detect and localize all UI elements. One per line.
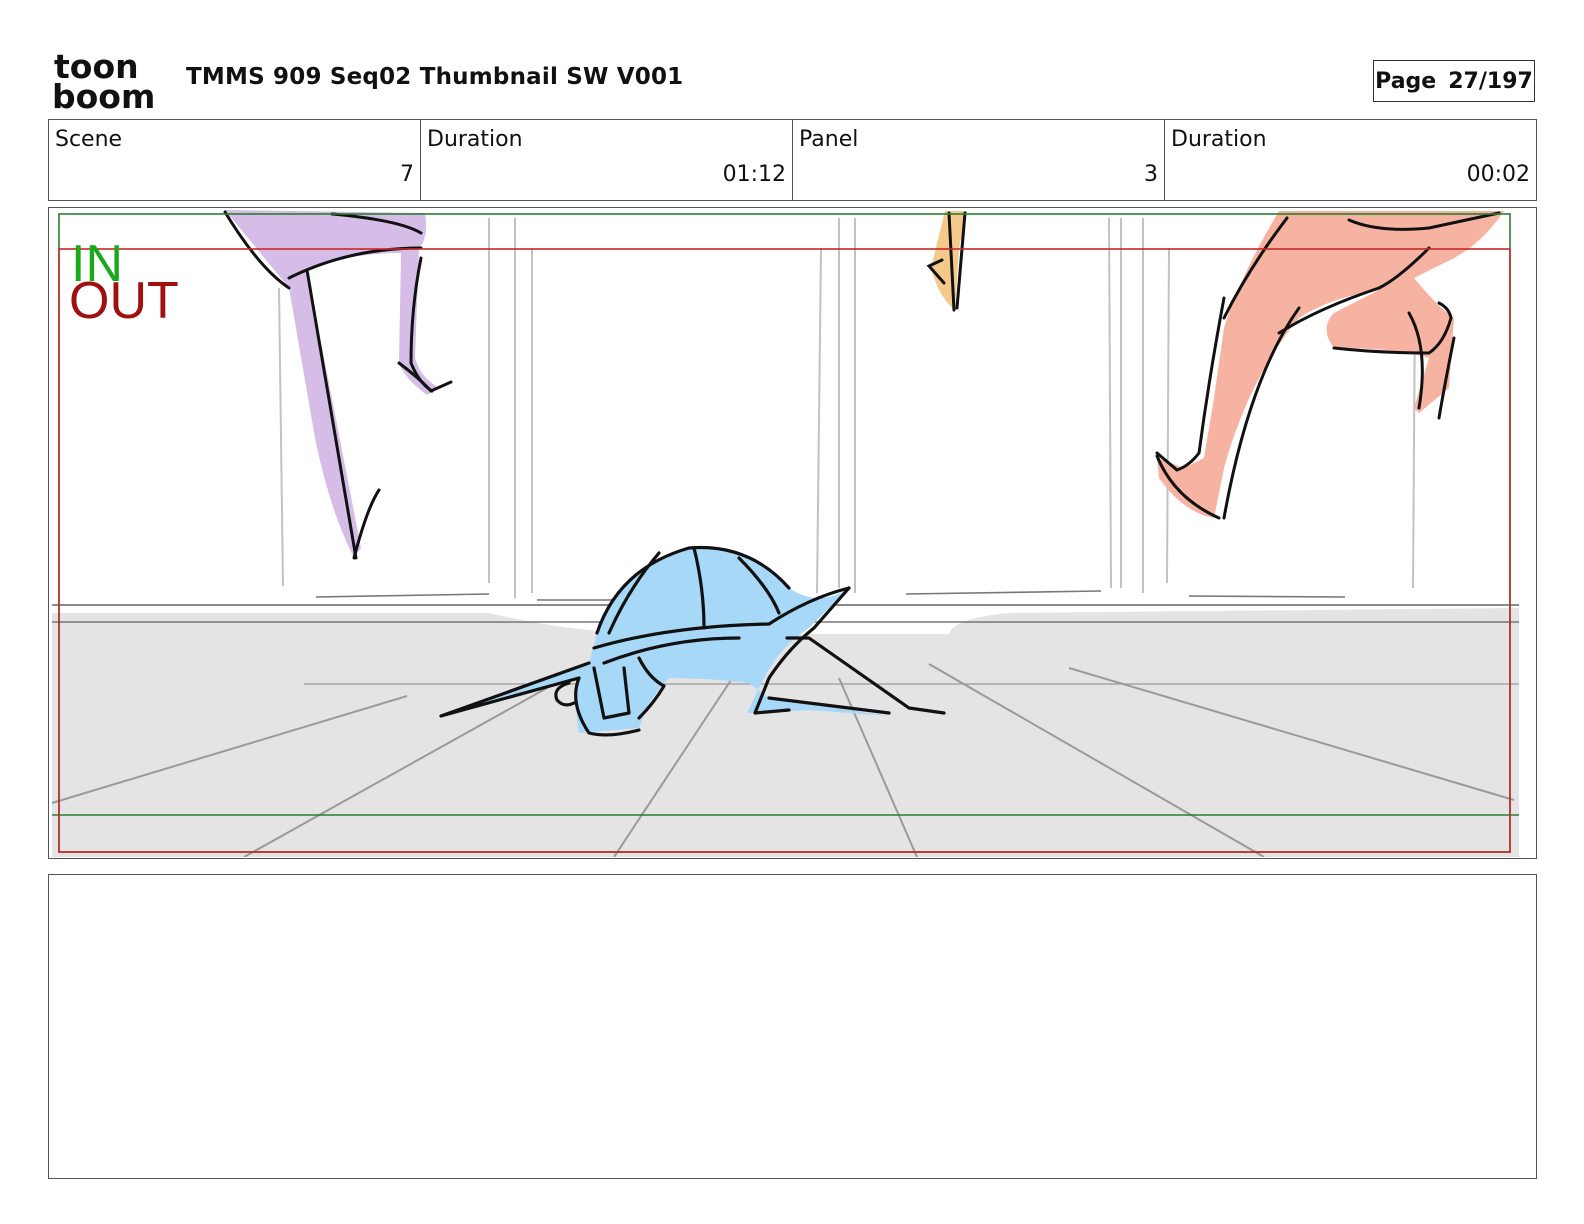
scene-duration-value: 01:12 — [722, 162, 786, 187]
panel-label: Panel — [799, 127, 859, 152]
panel-sketch: IN OUT — [51, 210, 1519, 857]
toon-boom-logo: toon boom — [52, 50, 155, 112]
storyboard-panel: IN OUT — [48, 207, 1537, 859]
out-label: OUT — [69, 272, 179, 330]
purple-character-sketch — [223, 210, 453, 560]
panel-duration-value: 00:02 — [1466, 162, 1530, 187]
page-indicator: Page 27/197 — [1373, 60, 1535, 102]
scene-label: Scene — [55, 127, 123, 152]
pink-character-sketch — [1155, 211, 1504, 520]
scene-value: 7 — [400, 162, 414, 187]
orange-character-sketch — [926, 211, 967, 312]
panel-duration-cell: Duration 00:02 — [1165, 120, 1536, 200]
scene-cell: Scene 7 — [49, 120, 421, 200]
page-label: Page — [1375, 68, 1437, 94]
scene-duration-label: Duration — [427, 127, 523, 152]
page-number: 27/197 — [1448, 68, 1533, 94]
document-title: TMMS 909 Seq02 Thumbnail SW V001 — [186, 64, 684, 90]
logo-text-bottom: boom — [52, 77, 155, 112]
panel-value: 3 — [1144, 162, 1158, 187]
scene-duration-cell: Duration 01:12 — [421, 120, 793, 200]
panel-duration-label: Duration — [1171, 127, 1267, 152]
panel-cell: Panel 3 — [793, 120, 1165, 200]
panel-info-table: Scene 7 Duration 01:12 Panel 3 Duration … — [48, 119, 1537, 201]
panel-notes-area — [48, 874, 1537, 1179]
